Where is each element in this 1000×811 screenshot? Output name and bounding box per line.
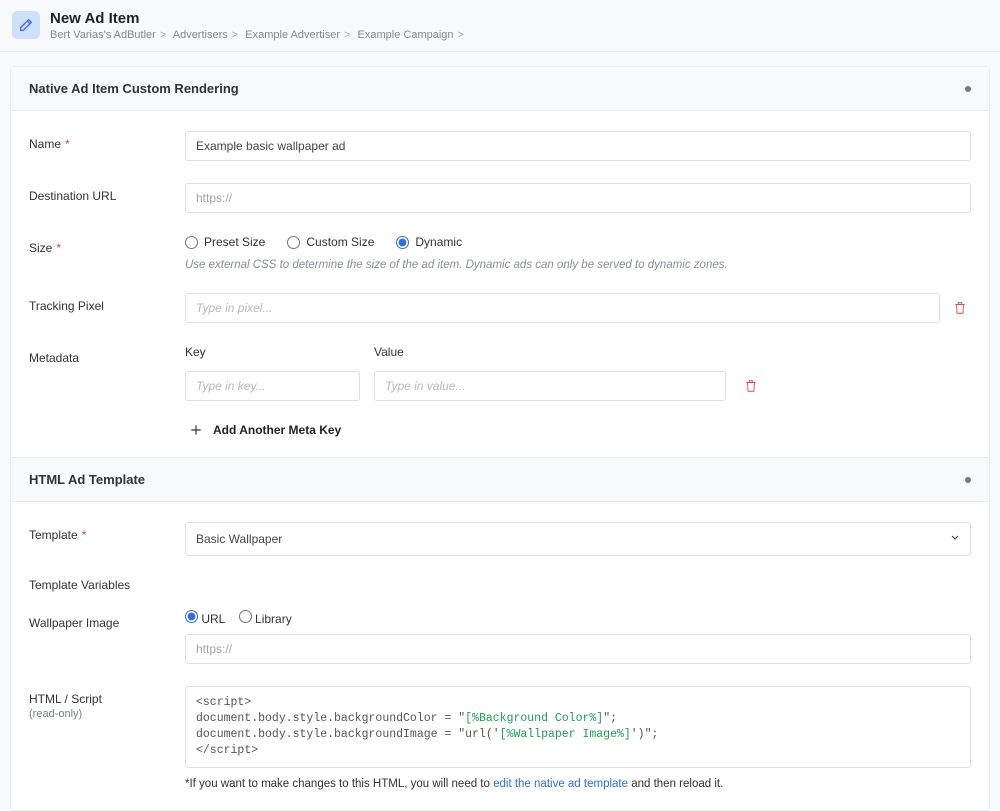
custom-size-radio[interactable]: Custom Size <box>287 235 374 249</box>
destination-url-input[interactable] <box>185 183 971 213</box>
destination-url-label: Destination URL <box>29 183 185 203</box>
wallpaper-image-label: Wallpaper Image <box>29 610 185 630</box>
collapse-dot-icon <box>965 86 971 92</box>
metadata-label: Metadata <box>29 345 185 365</box>
tracking-pixel-input[interactable] <box>185 293 940 323</box>
collapse-dot-icon <box>965 477 971 483</box>
metadata-key-heading: Key <box>185 345 360 359</box>
section-header-html-template[interactable]: HTML Ad Template <box>11 457 989 502</box>
html-readonly-code: <script> document.body.style.backgroundC… <box>185 686 971 768</box>
wallpaper-url-input[interactable] <box>185 634 971 664</box>
breadcrumb: Bert Varias's AdButler> Advertisers> Exa… <box>50 29 468 41</box>
section-native-ad: Native Ad Item Custom Rendering Name* De… <box>10 66 990 811</box>
metadata-key-input[interactable] <box>185 371 360 401</box>
template-variables-heading: Template Variables <box>29 578 185 592</box>
page-header: New Ad Item Bert Varias's AdButler> Adve… <box>0 0 1000 52</box>
edit-template-link[interactable]: edit the native ad template <box>493 778 628 790</box>
delete-metadata-button[interactable] <box>740 379 762 393</box>
wallpaper-url-radio[interactable]: URL <box>185 612 225 626</box>
tracking-pixel-label: Tracking Pixel <box>29 293 185 313</box>
wallpaper-library-radio[interactable]: Library <box>239 612 292 626</box>
delete-tracking-button[interactable] <box>950 301 971 315</box>
edit-icon <box>12 11 40 39</box>
breadcrumb-item[interactable]: Bert Varias's AdButler <box>50 29 156 41</box>
template-label: Template* <box>29 522 185 542</box>
section-title: Native Ad Item Custom Rendering <box>29 81 239 96</box>
plus-icon <box>189 423 203 437</box>
breadcrumb-item[interactable]: Example Campaign <box>358 29 454 41</box>
html-script-label: HTML / Script (read-only) <box>29 686 185 720</box>
section-header-native[interactable]: Native Ad Item Custom Rendering <box>11 67 989 111</box>
template-select[interactable]: Basic Wallpaper <box>185 522 971 556</box>
preset-size-radio[interactable]: Preset Size <box>185 235 265 249</box>
breadcrumb-item[interactable]: Advertisers <box>173 29 228 41</box>
size-label: Size* <box>29 235 185 255</box>
name-label: Name* <box>29 131 185 151</box>
size-hint: Use external CSS to determine the size o… <box>185 259 971 271</box>
add-metadata-button[interactable]: Add Another Meta Key <box>185 423 971 437</box>
page-title: New Ad Item <box>50 10 468 27</box>
dynamic-size-radio[interactable]: Dynamic <box>396 235 462 249</box>
breadcrumb-item[interactable]: Example Advertiser <box>245 29 340 41</box>
section-title-html: HTML Ad Template <box>29 472 145 487</box>
metadata-value-input[interactable] <box>374 371 726 401</box>
readonly-footnote: *If you want to make changes to this HTM… <box>185 778 971 790</box>
name-input[interactable] <box>185 131 971 161</box>
metadata-value-heading: Value <box>374 345 971 359</box>
